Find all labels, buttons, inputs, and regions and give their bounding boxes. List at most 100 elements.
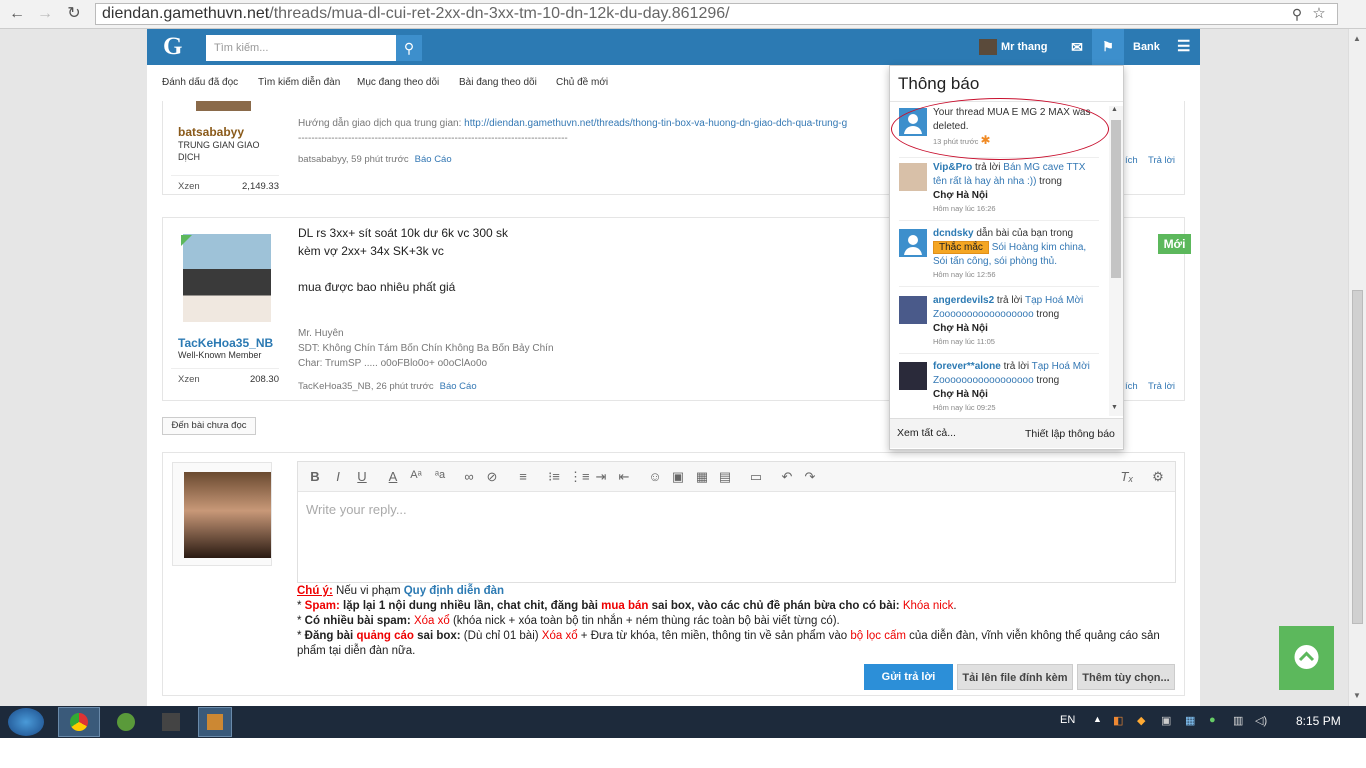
zoom-icon[interactable]: ⚲	[1286, 4, 1308, 24]
search-icon[interactable]: ⚲	[396, 35, 422, 61]
clock[interactable]: 8:15 PM	[1296, 714, 1341, 728]
notification-user[interactable]: dcndsky	[933, 228, 974, 239]
more-options-button[interactable]: Thêm tùy chọn...	[1077, 664, 1175, 690]
alerts-flag-icon[interactable]: ⚑	[1092, 29, 1124, 65]
notification-text: forever**alone trả lời Tạp Hoá Mời Zoooo…	[933, 360, 1101, 414]
rules-link[interactable]: Quy định diễn đàn	[404, 585, 504, 597]
unlink-icon[interactable]: ⊘	[484, 469, 500, 485]
taskbar-app-icon[interactable]	[162, 713, 180, 731]
media-icon[interactable]: ▦	[694, 469, 710, 485]
like-link[interactable]: ích	[1125, 381, 1138, 392]
save-draft-icon[interactable]: ▭	[748, 469, 764, 485]
user-menu[interactable]: Mr thang	[979, 29, 1071, 65]
code-icon[interactable]: ▤	[717, 469, 733, 485]
text-color-icon[interactable]: A	[385, 469, 401, 484]
notification-user[interactable]: forever**alone	[933, 361, 1001, 372]
subnav-watched-items[interactable]: Mục đang theo dõi	[357, 77, 439, 88]
subnav-watched-threads[interactable]: Bài đang theo dõi	[459, 77, 537, 88]
notification-user[interactable]: Vip&Pro	[933, 162, 972, 173]
smiley-icon[interactable]: ☺	[647, 469, 663, 484]
see-all-link[interactable]: Xem tất cả...	[897, 427, 956, 439]
taskbar-game-app[interactable]	[198, 707, 232, 737]
notification-item[interactable]: dcndsky dẫn bài của bạn trong Thắc mắc S…	[899, 227, 1099, 287]
search-input[interactable]: Tìm kiếm...	[206, 35, 396, 61]
notifications-scrollbar[interactable]: ▲ ▼	[1109, 106, 1123, 416]
site-logo[interactable]: G	[163, 33, 182, 61]
remove-format-icon[interactable]: Tₓ	[1119, 469, 1135, 484]
reply-link[interactable]: Trả lời	[1148, 155, 1175, 166]
scrollbar-thumb[interactable]	[1111, 120, 1121, 278]
tray-app-icon[interactable]: ●	[1209, 714, 1216, 726]
tray-app-icon[interactable]: ◆	[1137, 714, 1145, 727]
like-link[interactable]: ích	[1125, 155, 1138, 166]
report-link[interactable]: Báo Cáo	[440, 381, 477, 392]
image-icon[interactable]: ▣	[670, 469, 686, 485]
tray-app-icon[interactable]: ▣	[1161, 714, 1171, 727]
tray-expand-icon[interactable]: ▲	[1093, 714, 1102, 724]
submit-reply-button[interactable]: Gửi trả lời	[864, 664, 953, 690]
address-bar[interactable]: diendan.gamethuvn.net/threads/mua-dl-cui…	[95, 3, 1338, 25]
alert-settings-link[interactable]: Thiết lập thông báo	[1025, 428, 1115, 440]
page-scrollbar[interactable]: ▲ ▼	[1348, 29, 1366, 706]
undo-icon[interactable]: ↶	[779, 469, 795, 485]
rule-bullet: *	[297, 600, 305, 612]
font-size-icon[interactable]: Aᵃ	[408, 469, 424, 481]
volume-icon[interactable]: ◁)	[1255, 714, 1267, 727]
author-name[interactable]: TacKeHoa35_NB	[178, 336, 273, 350]
subnav-mark-read[interactable]: Đánh dấu đã đọc	[162, 77, 238, 88]
scroll-up-icon[interactable]: ▲	[1111, 106, 1118, 113]
notification-item[interactable]: forever**alone trả lời Tạp Hoá Mời Zoooo…	[899, 360, 1099, 416]
guide-link[interactable]: http://diendan.gamethuvn.net/threads/tho…	[464, 118, 847, 129]
bank-link[interactable]: Bank	[1133, 29, 1160, 65]
post-line-1: DL rs 3xx+ sít soát 10k dư 6k vc 300 sk	[298, 226, 509, 240]
bookmark-star-icon[interactable]: ☆	[1308, 4, 1330, 24]
toggle-bbcode-icon[interactable]: ⚙	[1150, 469, 1166, 485]
back-to-top-button[interactable]	[1279, 626, 1334, 690]
start-button[interactable]	[8, 708, 44, 736]
author-name[interactable]: batsababyy	[178, 125, 244, 139]
reply-link[interactable]: Trả lời	[1148, 381, 1175, 392]
taskbar-app-icon[interactable]	[117, 713, 135, 731]
network-icon[interactable]: ▥	[1233, 714, 1243, 727]
rule-text: sai box, vào các chủ đề phán bừa cho có …	[648, 600, 903, 612]
scroll-down-icon[interactable]: ▼	[1353, 691, 1361, 700]
post-body: DL rs 3xx+ sít soát 10k dư 6k vc 300 sk …	[298, 224, 508, 296]
scroll-up-icon[interactable]: ▲	[1353, 34, 1361, 43]
forward-arrow-icon[interactable]: →	[34, 4, 56, 24]
report-link[interactable]: Báo Cáo	[415, 154, 452, 165]
taskbar-chrome-app[interactable]	[58, 707, 100, 737]
signature-line-2: SDT: Không Chín Tám Bốn Chín Không Ba Bố…	[298, 343, 554, 354]
notification-item[interactable]: Vip&Pro trả lời Bán MG cave TTX tên rất …	[899, 161, 1099, 221]
bullet-list-icon[interactable]: ⁝≡	[546, 469, 562, 485]
notification-user[interactable]: angerdevils2	[933, 295, 994, 306]
link-icon[interactable]: ∞	[461, 469, 477, 484]
scroll-down-icon[interactable]: ▼	[1111, 404, 1118, 411]
unread-posts-button[interactable]: Đến bài chưa đọc	[162, 417, 256, 435]
notification-item[interactable]: angerdevils2 trả lời Tạp Hoá Mời Zoooooo…	[899, 294, 1099, 354]
outdent-icon[interactable]: ⇤	[616, 469, 632, 485]
redo-icon[interactable]: ↷	[802, 469, 818, 485]
language-indicator[interactable]: EN	[1060, 714, 1075, 726]
tray-app-icon[interactable]: ▦	[1185, 714, 1195, 727]
underline-icon[interactable]: U	[354, 469, 370, 484]
align-icon[interactable]: ≡	[515, 469, 531, 484]
author-avatar[interactable]	[183, 234, 271, 322]
font-family-icon[interactable]: ᵃa	[432, 469, 448, 481]
back-arrow-icon[interactable]: ←	[6, 4, 28, 24]
indent-icon[interactable]: ⇥	[593, 469, 609, 485]
inbox-icon[interactable]: ✉	[1063, 29, 1091, 65]
tray-app-icon[interactable]: ◧	[1113, 714, 1123, 727]
upload-attachment-button[interactable]: Tải lên file đính kèm	[957, 664, 1073, 690]
avatar[interactable]	[184, 472, 271, 558]
reply-editor[interactable]: B I U A Aᵃ ᵃa ∞ ⊘ ≡ ⁝≡ ⋮≡ ⇥ ⇤ ☺ ▣ ▦ ▤ ▭ …	[297, 461, 1176, 583]
italic-icon[interactable]: I	[330, 469, 346, 484]
subnav-new-threads[interactable]: Chủ đề mới	[556, 77, 608, 88]
scrollbar-thumb[interactable]	[1352, 290, 1363, 624]
numbered-list-icon[interactable]: ⋮≡	[569, 469, 590, 485]
menu-icon[interactable]: ☰	[1177, 29, 1190, 65]
post-line-3: mua được bao nhiêu phất giá	[298, 280, 456, 294]
subnav-search-forums[interactable]: Tìm kiếm diễn đàn	[258, 77, 340, 88]
bold-icon[interactable]: B	[307, 469, 323, 484]
reload-icon[interactable]: ↻	[63, 4, 85, 24]
author-avatar[interactable]	[196, 101, 251, 111]
